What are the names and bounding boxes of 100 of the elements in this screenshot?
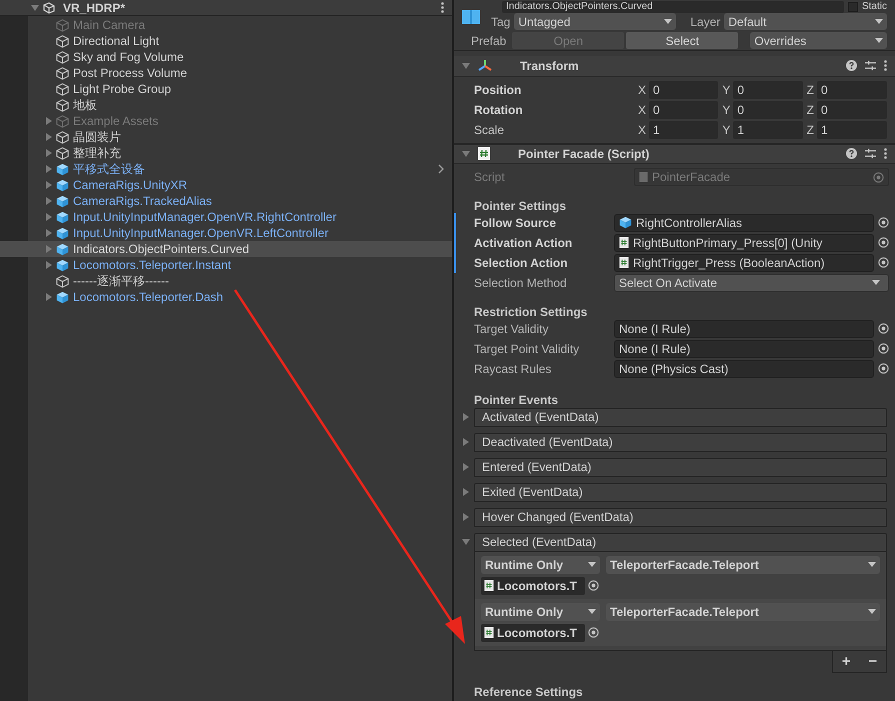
function-dropdown[interactable]: TeleporterFacade.Teleport bbox=[606, 556, 880, 574]
number-field[interactable]: 1 bbox=[733, 120, 803, 139]
chevron-right-icon[interactable] bbox=[438, 164, 444, 174]
object-field[interactable]: None (Physics Cast) bbox=[614, 360, 874, 378]
property-label: Selection Method bbox=[473, 274, 568, 292]
script-field: PointerFacade bbox=[634, 168, 889, 186]
caret-right-icon[interactable] bbox=[462, 413, 470, 422]
layer-dropdown[interactable]: Default bbox=[724, 13, 887, 30]
static-label: Static bbox=[862, 1, 887, 13]
mode-dropdown[interactable]: Runtime Only bbox=[481, 556, 600, 574]
more-options-icon[interactable] bbox=[884, 60, 887, 72]
object-field[interactable]: RightButtonPrimary_Press[0] (Unity bbox=[614, 234, 874, 252]
help-icon[interactable] bbox=[846, 148, 857, 160]
hierarchy-item[interactable]: Indicators.ObjectPointers.Curved bbox=[0, 241, 452, 257]
caret-down-icon[interactable] bbox=[462, 150, 470, 158]
hierarchy-item[interactable]: Locomotors.Teleporter.Instant bbox=[0, 257, 452, 273]
object-picker-icon[interactable] bbox=[588, 627, 599, 638]
number-field[interactable]: 0 bbox=[817, 100, 887, 119]
event-header[interactable]: Deactivated (EventData) bbox=[474, 432, 887, 452]
item-label: CameraRigs.UnityXR bbox=[73, 177, 188, 194]
caret-down-icon[interactable] bbox=[462, 538, 470, 546]
hierarchy-item[interactable]: Locomotors.Teleporter.Dash bbox=[0, 289, 452, 305]
event-header[interactable]: Selected (EventData) bbox=[474, 532, 887, 552]
function-dropdown[interactable]: TeleporterFacade.Teleport bbox=[606, 602, 880, 621]
object-picker-icon[interactable] bbox=[878, 257, 889, 268]
overrides-dropdown[interactable]: Overrides bbox=[750, 32, 887, 50]
property-label: Raycast Rules bbox=[473, 360, 552, 378]
tag-dropdown[interactable]: Untagged bbox=[514, 13, 676, 30]
caret-right-icon[interactable] bbox=[462, 438, 470, 446]
cube-outline-icon bbox=[56, 130, 69, 144]
event-header[interactable]: Exited (EventData) bbox=[474, 482, 887, 502]
name-field[interactable]: Indicators.ObjectPointers.Curved bbox=[502, 1, 844, 13]
hierarchy-item[interactable]: 整理补充 bbox=[0, 145, 452, 161]
add-button[interactable]: + bbox=[842, 654, 851, 669]
script-file-icon bbox=[478, 147, 490, 160]
object-field[interactable]: RightTrigger_Press (BooleanAction) bbox=[614, 254, 874, 272]
static-checkbox[interactable] bbox=[848, 2, 858, 12]
object-field[interactable]: Locomotors.T bbox=[481, 576, 585, 595]
prefab-button[interactable]: Select bbox=[626, 32, 738, 50]
dropdown-field[interactable]: Select On Activate bbox=[614, 274, 889, 292]
number-field[interactable]: 1 bbox=[649, 120, 718, 139]
object-field[interactable]: None (I Rule) bbox=[614, 340, 874, 358]
hierarchy-item[interactable]: Post Process Volume bbox=[0, 65, 452, 81]
caret-right-icon[interactable] bbox=[462, 463, 470, 472]
hierarchy-item[interactable]: 平移式全设备 bbox=[0, 161, 452, 177]
object-picker-icon[interactable] bbox=[588, 580, 599, 592]
hierarchy-item[interactable]: ------逐渐平移------ bbox=[0, 273, 452, 289]
object-picker-icon[interactable] bbox=[878, 217, 889, 228]
mode-dropdown[interactable]: Runtime Only bbox=[481, 602, 600, 621]
component-header[interactable]: Pointer Facade (Script) bbox=[454, 144, 895, 164]
object-picker-icon[interactable] bbox=[878, 237, 889, 248]
hierarchy-item[interactable]: CameraRigs.TrackedAlias bbox=[0, 193, 452, 209]
caret-down-icon[interactable] bbox=[462, 62, 470, 70]
remove-button[interactable]: − bbox=[868, 654, 878, 669]
axis-label: Y bbox=[722, 122, 730, 139]
object-field[interactable]: RightControllerAlias bbox=[614, 214, 874, 232]
object-picker-icon[interactable] bbox=[878, 323, 889, 334]
event-header[interactable]: Hover Changed (EventData) bbox=[474, 508, 887, 527]
object-field[interactable]: Locomotors.T bbox=[481, 624, 585, 642]
hierarchy-item[interactable]: Input.UnityInputManager.OpenVR.LeftController bbox=[0, 225, 452, 241]
item-label: Input.UnityInputManager.OpenVR.LeftController bbox=[73, 225, 328, 242]
number-field[interactable]: 0 bbox=[817, 80, 887, 99]
hierarchy-item[interactable]: Light Probe Group bbox=[0, 81, 452, 97]
event-header[interactable]: Activated (EventData) bbox=[474, 408, 887, 427]
script-file-icon bbox=[619, 257, 629, 268]
dropdown-arrow-icon bbox=[664, 19, 672, 24]
more-options-icon[interactable] bbox=[884, 148, 887, 160]
listener-entry[interactable]: Runtime Only TeleporterFacade.Teleport Locomotors.T bbox=[475, 598, 886, 646]
number-field[interactable]: 0 bbox=[649, 80, 718, 99]
number-field[interactable]: 0 bbox=[733, 80, 803, 99]
more-options-icon[interactable] bbox=[441, 2, 444, 13]
section-title: Pointer Settings bbox=[473, 198, 568, 213]
section-title: Restriction Settings bbox=[473, 304, 588, 319]
item-label: Post Process Volume bbox=[73, 65, 188, 82]
component-header[interactable]: Transform bbox=[454, 56, 895, 77]
hierarchy-item[interactable]: CameraRigs.UnityXR bbox=[0, 177, 452, 193]
hierarchy-item[interactable]: Sky and Fog Volume bbox=[0, 49, 452, 65]
object-picker-icon[interactable] bbox=[878, 343, 889, 354]
caret-right-icon[interactable] bbox=[462, 488, 470, 496]
listener-entry[interactable]: Runtime Only TeleporterFacade.Teleport Locomotors.T bbox=[475, 552, 886, 599]
caret-right-icon[interactable] bbox=[45, 293, 53, 301]
hierarchy-item[interactable]: 晶圆装片 bbox=[0, 129, 452, 145]
caret-down-icon[interactable] bbox=[31, 4, 39, 12]
presets-sliders-icon[interactable] bbox=[865, 60, 876, 72]
number-field[interactable]: 1 bbox=[817, 120, 887, 139]
presets-sliders-icon[interactable] bbox=[865, 148, 876, 160]
object-field[interactable]: None (I Rule) bbox=[614, 320, 874, 338]
object-picker-icon[interactable] bbox=[878, 363, 889, 374]
script-file-icon bbox=[639, 172, 648, 182]
number-field[interactable]: 0 bbox=[649, 100, 718, 119]
event-header[interactable]: Entered (EventData) bbox=[474, 458, 887, 477]
script-file-icon bbox=[484, 627, 494, 638]
help-icon[interactable] bbox=[846, 60, 857, 72]
number-field[interactable]: 0 bbox=[733, 100, 803, 119]
hierarchy-item[interactable]: Directional Light bbox=[0, 33, 452, 49]
scene-header[interactable]: VR_HDRP* bbox=[0, 0, 452, 16]
hierarchy-item[interactable]: 地板 bbox=[0, 97, 452, 113]
caret-right-icon[interactable] bbox=[462, 513, 470, 522]
hierarchy-item[interactable]: Input.UnityInputManager.OpenVR.RightController bbox=[0, 209, 452, 225]
section-title: Reference Settings bbox=[473, 684, 584, 701]
